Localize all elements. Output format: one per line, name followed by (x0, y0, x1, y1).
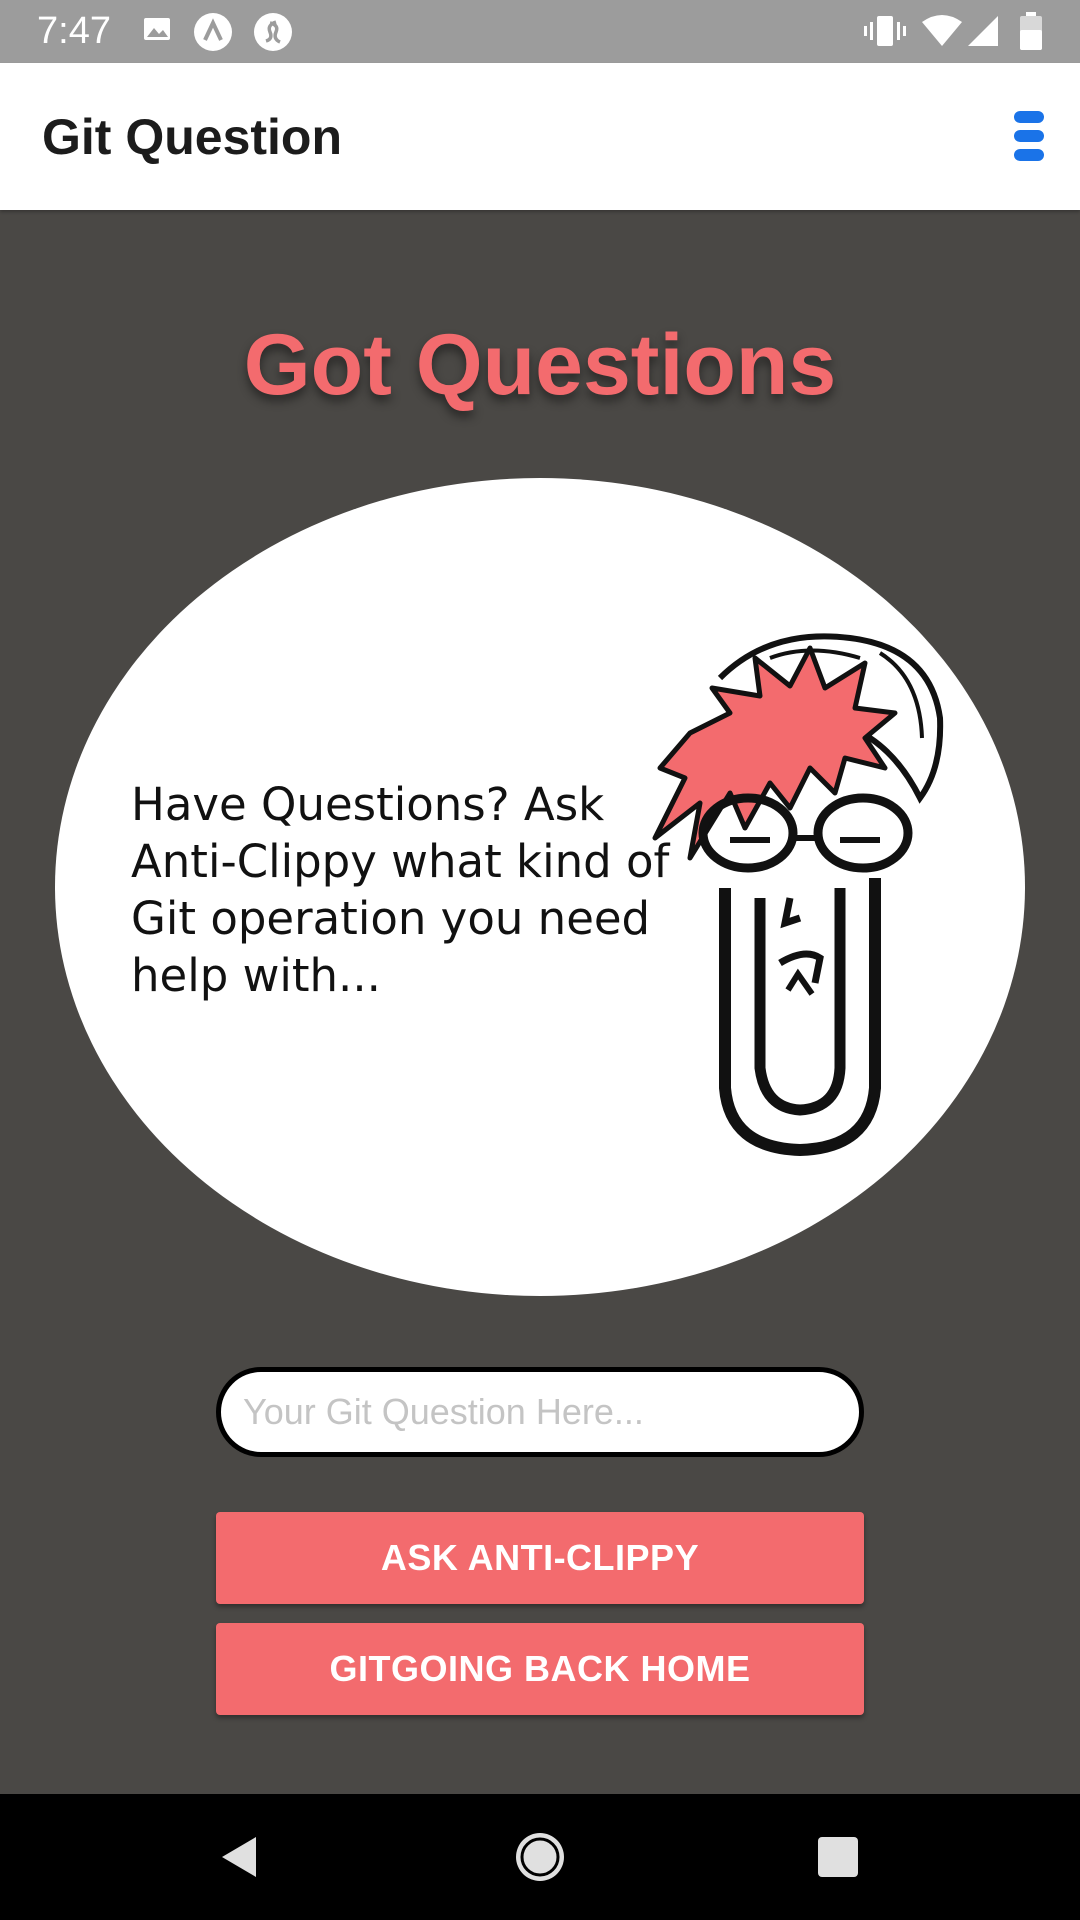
menu-icon (1014, 111, 1044, 161)
back-button[interactable] (210, 1827, 270, 1887)
recents-icon (818, 1837, 858, 1877)
cell-signal-icon (966, 14, 1002, 53)
app-a-icon (193, 12, 233, 57)
home-button[interactable] (510, 1827, 570, 1887)
speech-bubble: Have Questions? Ask Anti-Clippy what kin… (55, 478, 1025, 1296)
vibrate-icon (862, 14, 908, 53)
home-icon (516, 1833, 564, 1881)
battery-icon (1018, 12, 1044, 55)
app-title: Git Question (42, 109, 342, 165)
ask-anti-clippy-button[interactable]: ASK ANTI-CLIPPY (216, 1512, 864, 1604)
menu-button[interactable] (1000, 103, 1056, 169)
go-back-home-button[interactable]: GITGOING BACK HOME (216, 1623, 864, 1715)
system-nav-bar (0, 1794, 1080, 1920)
status-bar: 7:47 (0, 0, 1080, 63)
recents-button[interactable] (808, 1827, 868, 1887)
bubble-text: Have Questions? Ask Anti-Clippy what kin… (131, 778, 670, 1002)
back-icon (222, 1837, 256, 1877)
app-bar: Git Question (0, 63, 1080, 210)
page-heading: Got Questions (243, 317, 837, 413)
wifi-icon (920, 14, 964, 53)
anti-clippy-illustration (652, 633, 944, 1157)
question-input[interactable] (216, 1367, 864, 1457)
shazam-icon (253, 12, 293, 57)
status-time: 7:47 (37, 10, 111, 52)
image-icon (142, 14, 172, 49)
